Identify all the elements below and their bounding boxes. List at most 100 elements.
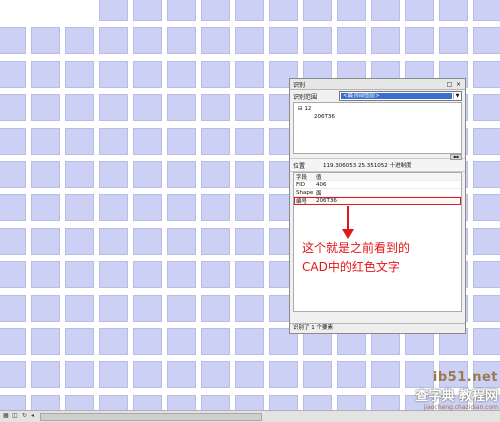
map-polygon[interactable] (167, 361, 196, 389)
map-polygon[interactable] (133, 361, 162, 389)
map-polygon[interactable] (201, 0, 230, 21)
map-polygon[interactable] (473, 127, 500, 155)
map-polygon[interactable] (65, 294, 94, 322)
map-polygon[interactable] (99, 261, 128, 289)
map-polygon[interactable] (269, 394, 298, 410)
data-view-icon[interactable]: ◫ (12, 412, 18, 419)
map-polygon[interactable] (0, 261, 26, 289)
map-polygon[interactable] (167, 161, 196, 188)
table-row[interactable]: Shape 面 (294, 189, 461, 197)
map-polygon[interactable] (133, 261, 162, 289)
map-polygon[interactable] (167, 227, 196, 255)
map-polygon[interactable] (337, 0, 366, 21)
map-polygon[interactable] (167, 0, 196, 21)
map-polygon[interactable] (167, 194, 196, 222)
map-polygon[interactable] (371, 0, 400, 21)
map-polygon[interactable] (371, 361, 400, 389)
map-polygon[interactable] (235, 194, 264, 222)
map-polygon[interactable] (31, 27, 60, 55)
map-polygon[interactable] (0, 94, 26, 122)
maximize-icon[interactable]: □ (446, 81, 453, 88)
map-polygon[interactable] (65, 227, 94, 255)
map-polygon[interactable] (31, 60, 60, 88)
chevron-down-icon[interactable]: ▼ (453, 93, 461, 99)
identify-from-dropdown[interactable]: <最顶部图层> ▼ (339, 91, 462, 101)
map-polygon[interactable] (133, 60, 162, 88)
map-polygon[interactable] (99, 94, 128, 122)
map-polygon[interactable] (303, 361, 332, 389)
map-polygon[interactable] (235, 60, 264, 88)
map-polygon[interactable] (99, 127, 128, 155)
map-polygon[interactable] (303, 394, 332, 410)
map-polygon[interactable] (201, 261, 230, 289)
map-polygon[interactable] (269, 361, 298, 389)
map-polygon[interactable] (65, 194, 94, 222)
map-polygon[interactable] (133, 294, 162, 322)
map-polygon[interactable] (201, 227, 230, 255)
map-polygon[interactable] (473, 294, 500, 322)
map-polygon[interactable] (473, 194, 500, 222)
map-polygon[interactable] (337, 394, 366, 410)
map-polygon[interactable] (133, 194, 162, 222)
splitter[interactable]: ▪▪ (293, 154, 462, 160)
map-polygon[interactable] (201, 294, 230, 322)
map-polygon[interactable] (201, 194, 230, 222)
map-polygon[interactable] (235, 361, 264, 389)
map-polygon[interactable] (269, 0, 298, 21)
map-polygon[interactable] (0, 127, 26, 155)
map-polygon[interactable] (65, 394, 94, 410)
map-polygon[interactable] (65, 261, 94, 289)
map-polygon[interactable] (235, 0, 264, 21)
map-polygon[interactable] (235, 227, 264, 255)
map-polygon[interactable] (99, 0, 128, 21)
map-polygon[interactable] (0, 194, 26, 222)
map-polygon[interactable] (439, 0, 468, 21)
map-polygon[interactable] (167, 394, 196, 410)
map-polygon[interactable] (201, 27, 230, 55)
map-polygon[interactable] (0, 27, 26, 55)
map-polygon[interactable] (31, 261, 60, 289)
map-polygon[interactable] (473, 27, 500, 55)
tree-feature-node[interactable]: 206T36 (314, 114, 335, 120)
map-polygon[interactable] (473, 60, 500, 88)
map-polygon[interactable] (269, 27, 298, 55)
layout-view-icon[interactable]: ▦ (3, 412, 9, 419)
map-polygon[interactable] (65, 161, 94, 188)
map-polygon[interactable] (133, 227, 162, 255)
map-polygon[interactable] (235, 394, 264, 410)
map-polygon[interactable] (133, 27, 162, 55)
map-polygon[interactable] (405, 27, 434, 55)
map-polygon[interactable] (167, 94, 196, 122)
map-polygon[interactable] (65, 361, 94, 389)
map-polygon[interactable] (371, 27, 400, 55)
map-polygon[interactable] (0, 328, 26, 355)
tree-layer-node[interactable]: ⊟ 12 (298, 106, 311, 112)
map-polygon[interactable] (65, 328, 94, 355)
map-polygon[interactable] (99, 361, 128, 389)
splitter-grip-icon[interactable]: ▪▪ (450, 154, 462, 160)
map-polygon[interactable] (167, 294, 196, 322)
map-polygon[interactable] (99, 328, 128, 355)
scroll-left-icon[interactable]: ◂ (31, 412, 34, 419)
scrollbar-thumb[interactable] (40, 413, 262, 421)
map-polygon[interactable] (99, 394, 128, 410)
refresh-icon[interactable]: ↻ (22, 412, 27, 419)
map-polygon[interactable] (133, 0, 162, 21)
map-polygon[interactable] (167, 127, 196, 155)
map-polygon[interactable] (201, 60, 230, 88)
map-polygon[interactable] (99, 27, 128, 55)
map-polygon[interactable] (31, 328, 60, 355)
map-polygon[interactable] (167, 60, 196, 88)
map-polygon[interactable] (65, 27, 94, 55)
map-polygon[interactable] (371, 394, 400, 410)
map-polygon[interactable] (65, 127, 94, 155)
map-polygon[interactable] (65, 60, 94, 88)
map-polygon[interactable] (31, 227, 60, 255)
map-polygon[interactable] (133, 127, 162, 155)
map-polygon[interactable] (201, 94, 230, 122)
map-polygon[interactable] (235, 328, 264, 355)
map-polygon[interactable] (0, 361, 26, 389)
map-polygon[interactable] (31, 127, 60, 155)
map-polygon[interactable] (167, 27, 196, 55)
map-polygon[interactable] (473, 328, 500, 355)
